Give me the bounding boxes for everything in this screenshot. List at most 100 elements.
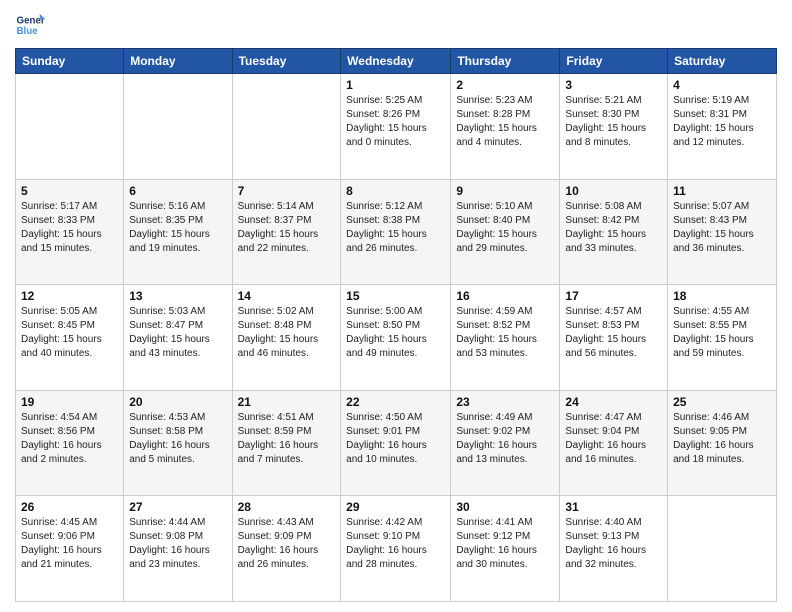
day-cell: 6 Sunrise: 5:16 AM Sunset: 8:35 PM Daylig… xyxy=(124,179,232,285)
day-info: Sunrise: 5:00 AM Sunset: 8:50 PM Dayligh… xyxy=(346,305,445,361)
day-info: Sunrise: 5:17 AM Sunset: 8:33 PM Dayligh… xyxy=(21,200,118,256)
day-cell: 25 Sunrise: 4:46 AM Sunset: 9:05 PM Dayli… xyxy=(668,390,777,496)
day-number: 10 xyxy=(565,184,662,198)
calendar-table: SundayMondayTuesdayWednesdayThursdayFrid… xyxy=(15,48,777,602)
day-cell: 5 Sunrise: 5:17 AM Sunset: 8:33 PM Daylig… xyxy=(16,179,124,285)
day-cell: 15 Sunrise: 5:00 AM Sunset: 8:50 PM Dayli… xyxy=(341,285,451,391)
day-cell xyxy=(668,496,777,602)
week-row-5: 26Sunrise: 4:45 AM Sunset: 9:06 PM Dayli… xyxy=(16,496,777,602)
day-number: 8 xyxy=(346,184,445,198)
day-cell: 14Sunrise: 5:02 AM Sunset: 8:48 PM Dayli… xyxy=(232,285,341,391)
day-number: 12 xyxy=(21,289,118,303)
day-cell: 11 Sunrise: 5:07 AM Sunset: 8:43 PM Dayli… xyxy=(668,179,777,285)
day-number: 30 xyxy=(456,500,554,514)
weekday-header-tuesday: Tuesday xyxy=(232,49,341,74)
day-number: 6 xyxy=(129,184,226,198)
day-cell: 28 Sunrise: 4:43 AM Sunset: 9:09 PM Dayli… xyxy=(232,496,341,602)
day-cell: 26Sunrise: 4:45 AM Sunset: 9:06 PM Dayli… xyxy=(16,496,124,602)
day-info: Sunrise: 4:57 AM Sunset: 8:53 PM Dayligh… xyxy=(565,305,662,361)
day-info: Sunrise: 5:23 AM Sunset: 8:28 PM Dayligh… xyxy=(456,94,554,150)
day-cell: 1 Sunrise: 5:25 AM Sunset: 8:26 PM Daylig… xyxy=(341,74,451,180)
day-info: Sunrise: 4:42 AM Sunset: 9:10 PM Dayligh… xyxy=(346,516,445,572)
day-info: Sunrise: 4:47 AM Sunset: 9:04 PM Dayligh… xyxy=(565,411,662,467)
day-info: Sunrise: 4:53 AM Sunset: 8:58 PM Dayligh… xyxy=(129,411,226,467)
day-number: 23 xyxy=(456,395,554,409)
day-cell: 16 Sunrise: 4:59 AM Sunset: 8:52 PM Dayli… xyxy=(451,285,560,391)
day-info: Sunrise: 4:55 AM Sunset: 8:55 PM Dayligh… xyxy=(673,305,771,361)
weekday-header-thursday: Thursday xyxy=(451,49,560,74)
svg-text:Blue: Blue xyxy=(17,26,39,37)
day-cell: 23 Sunrise: 4:49 AM Sunset: 9:02 PM Dayli… xyxy=(451,390,560,496)
day-info: Sunrise: 4:43 AM Sunset: 9:09 PM Dayligh… xyxy=(238,516,336,572)
day-info: Sunrise: 5:05 AM Sunset: 8:45 PM Dayligh… xyxy=(21,305,118,361)
day-number: 31 xyxy=(565,500,662,514)
day-cell: 21 Sunrise: 4:51 AM Sunset: 8:59 PM Dayli… xyxy=(232,390,341,496)
day-cell xyxy=(124,74,232,180)
day-number: 11 xyxy=(673,184,771,198)
day-info: Sunrise: 5:25 AM Sunset: 8:26 PM Dayligh… xyxy=(346,94,445,150)
day-number: 29 xyxy=(346,500,445,514)
day-info: Sunrise: 5:07 AM Sunset: 8:43 PM Dayligh… xyxy=(673,200,771,256)
logo: General Blue xyxy=(15,10,49,40)
page: General Blue SundayMondayTuesdayWednesda… xyxy=(0,0,792,612)
day-number: 13 xyxy=(129,289,226,303)
weekday-header-sunday: Sunday xyxy=(16,49,124,74)
day-number: 15 xyxy=(346,289,445,303)
day-cell: 12 Sunrise: 5:05 AM Sunset: 8:45 PM Dayli… xyxy=(16,285,124,391)
day-number: 16 xyxy=(456,289,554,303)
weekday-header-saturday: Saturday xyxy=(668,49,777,74)
day-number: 21 xyxy=(238,395,336,409)
day-info: Sunrise: 5:12 AM Sunset: 8:38 PM Dayligh… xyxy=(346,200,445,256)
day-number: 28 xyxy=(238,500,336,514)
day-cell: 19Sunrise: 4:54 AM Sunset: 8:56 PM Dayli… xyxy=(16,390,124,496)
day-cell: 30 Sunrise: 4:41 AM Sunset: 9:12 PM Dayli… xyxy=(451,496,560,602)
day-info: Sunrise: 5:16 AM Sunset: 8:35 PM Dayligh… xyxy=(129,200,226,256)
day-cell: 29 Sunrise: 4:42 AM Sunset: 9:10 PM Dayli… xyxy=(341,496,451,602)
day-number: 5 xyxy=(21,184,118,198)
day-info: Sunrise: 4:51 AM Sunset: 8:59 PM Dayligh… xyxy=(238,411,336,467)
day-number: 25 xyxy=(673,395,771,409)
day-cell: 24 Sunrise: 4:47 AM Sunset: 9:04 PM Dayli… xyxy=(560,390,668,496)
day-number: 2 xyxy=(456,78,554,92)
day-number: 1 xyxy=(346,78,445,92)
day-cell xyxy=(232,74,341,180)
day-info: Sunrise: 4:59 AM Sunset: 8:52 PM Dayligh… xyxy=(456,305,554,361)
day-info: Sunrise: 5:21 AM Sunset: 8:30 PM Dayligh… xyxy=(565,94,662,150)
week-row-4: 19Sunrise: 4:54 AM Sunset: 8:56 PM Dayli… xyxy=(16,390,777,496)
day-info: Sunrise: 5:10 AM Sunset: 8:40 PM Dayligh… xyxy=(456,200,554,256)
day-cell: 27 Sunrise: 4:44 AM Sunset: 9:08 PM Dayli… xyxy=(124,496,232,602)
day-info: Sunrise: 4:41 AM Sunset: 9:12 PM Dayligh… xyxy=(456,516,554,572)
day-cell: 8 Sunrise: 5:12 AM Sunset: 8:38 PM Daylig… xyxy=(341,179,451,285)
week-row-2: 5 Sunrise: 5:17 AM Sunset: 8:33 PM Daylig… xyxy=(16,179,777,285)
day-number: 17 xyxy=(565,289,662,303)
day-cell: 20 Sunrise: 4:53 AM Sunset: 8:58 PM Dayli… xyxy=(124,390,232,496)
day-number: 9 xyxy=(456,184,554,198)
day-info: Sunrise: 4:46 AM Sunset: 9:05 PM Dayligh… xyxy=(673,411,771,467)
day-info: Sunrise: 5:14 AM Sunset: 8:37 PM Dayligh… xyxy=(238,200,336,256)
day-number: 24 xyxy=(565,395,662,409)
day-info: Sunrise: 5:02 AM Sunset: 8:48 PM Dayligh… xyxy=(238,305,336,361)
day-cell: 31 Sunrise: 4:40 AM Sunset: 9:13 PM Dayli… xyxy=(560,496,668,602)
day-cell: 7Sunrise: 5:14 AM Sunset: 8:37 PM Daylig… xyxy=(232,179,341,285)
day-info: Sunrise: 4:44 AM Sunset: 9:08 PM Dayligh… xyxy=(129,516,226,572)
day-cell: 4Sunrise: 5:19 AM Sunset: 8:31 PM Daylig… xyxy=(668,74,777,180)
day-cell: 2 Sunrise: 5:23 AM Sunset: 8:28 PM Daylig… xyxy=(451,74,560,180)
weekday-header-row: SundayMondayTuesdayWednesdayThursdayFrid… xyxy=(16,49,777,74)
week-row-1: 1 Sunrise: 5:25 AM Sunset: 8:26 PM Daylig… xyxy=(16,74,777,180)
day-cell: 13 Sunrise: 5:03 AM Sunset: 8:47 PM Dayli… xyxy=(124,285,232,391)
day-number: 22 xyxy=(346,395,445,409)
header: General Blue xyxy=(15,10,777,40)
day-cell: 3 Sunrise: 5:21 AM Sunset: 8:30 PM Daylig… xyxy=(560,74,668,180)
day-info: Sunrise: 5:08 AM Sunset: 8:42 PM Dayligh… xyxy=(565,200,662,256)
day-number: 18 xyxy=(673,289,771,303)
day-info: Sunrise: 4:40 AM Sunset: 9:13 PM Dayligh… xyxy=(565,516,662,572)
day-info: Sunrise: 5:03 AM Sunset: 8:47 PM Dayligh… xyxy=(129,305,226,361)
day-info: Sunrise: 4:54 AM Sunset: 8:56 PM Dayligh… xyxy=(21,411,118,467)
weekday-header-friday: Friday xyxy=(560,49,668,74)
day-number: 3 xyxy=(565,78,662,92)
day-cell: 10 Sunrise: 5:08 AM Sunset: 8:42 PM Dayli… xyxy=(560,179,668,285)
day-info: Sunrise: 4:49 AM Sunset: 9:02 PM Dayligh… xyxy=(456,411,554,467)
day-number: 20 xyxy=(129,395,226,409)
day-number: 27 xyxy=(129,500,226,514)
week-row-3: 12 Sunrise: 5:05 AM Sunset: 8:45 PM Dayli… xyxy=(16,285,777,391)
